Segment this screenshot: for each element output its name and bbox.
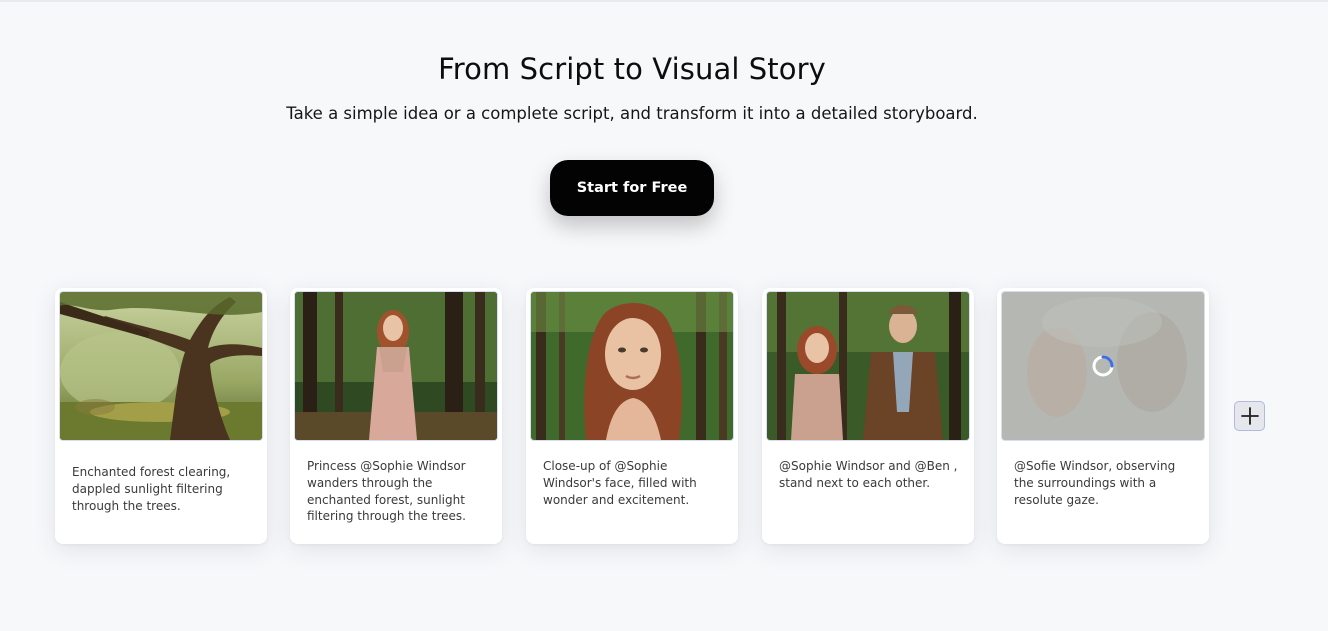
storyboard-card-2[interactable]: Princess @Sophie Windsor wanders through… (290, 288, 502, 544)
page-title: From Script to Visual Story (438, 52, 826, 86)
couple-in-forest-image (767, 292, 969, 440)
generating-image-placeholder (1002, 292, 1204, 440)
plus-icon (1240, 407, 1259, 425)
enchanted-forest-tree-image (60, 292, 262, 440)
top-divider (0, 0, 1328, 2)
card-caption: Close-up of @Sophie Windsor's face, fill… (543, 459, 697, 507)
face-closeup-image (531, 292, 733, 440)
storyboard-card-4[interactable]: @Sophie Windsor and @Ben , stand next to… (762, 288, 974, 544)
card-caption: Princess @Sophie Windsor wanders through… (307, 459, 466, 524)
card-caption: Enchanted forest clearing, dappled sunli… (72, 465, 231, 513)
storyboard-card-3[interactable]: Close-up of @Sophie Windsor's face, fill… (526, 288, 738, 544)
start-for-free-button[interactable]: Start for Free (550, 160, 714, 216)
storyboard-card-1[interactable]: Enchanted forest clearing, dappled sunli… (55, 288, 267, 544)
card-caption: @Sophie Windsor and @Ben , stand next to… (779, 459, 958, 490)
loading-spinner-icon (1092, 355, 1114, 377)
storyboard-card-5[interactable]: @Sofie Windsor, observing the surroundin… (997, 288, 1209, 544)
princess-in-forest-image (295, 292, 497, 440)
page-subtitle: Take a simple idea or a complete script,… (286, 104, 978, 123)
add-card-button[interactable] (1234, 401, 1265, 431)
card-caption: @Sofie Windsor, observing the surroundin… (1014, 459, 1176, 507)
